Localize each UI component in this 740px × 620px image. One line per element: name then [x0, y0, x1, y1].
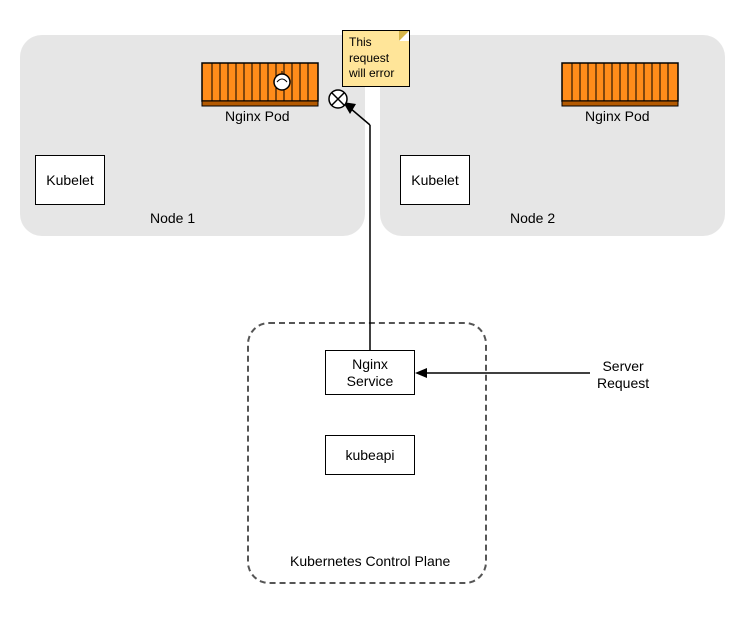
note-line-3: will error [349, 66, 394, 80]
container-icon-node-2 [560, 55, 680, 110]
kubelet-box-1: Kubelet [35, 155, 105, 205]
server-request-label: Server Request [597, 358, 649, 392]
node-1-label: Node 1 [150, 210, 195, 226]
pod-label-2: Nginx Pod [585, 108, 650, 124]
kubeapi-box: kubeapi [325, 435, 415, 475]
kubelet-label-2: Kubelet [411, 172, 458, 188]
note-line-2: request [349, 51, 389, 65]
kubeapi-label: kubeapi [345, 447, 394, 464]
nginx-service-label: Nginx Service [347, 356, 394, 390]
nginx-service-box: Nginx Service [325, 350, 415, 395]
kubelet-label-1: Kubelet [46, 172, 93, 188]
note-line-1: This [349, 35, 372, 49]
pod-label-1: Nginx Pod [225, 108, 290, 124]
error-note: This request will error [342, 30, 410, 87]
node-2-label: Node 2 [510, 210, 555, 226]
kubelet-box-2: Kubelet [400, 155, 470, 205]
control-plane-label: Kubernetes Control Plane [290, 553, 450, 570]
container-icon-node-1 [200, 55, 320, 110]
